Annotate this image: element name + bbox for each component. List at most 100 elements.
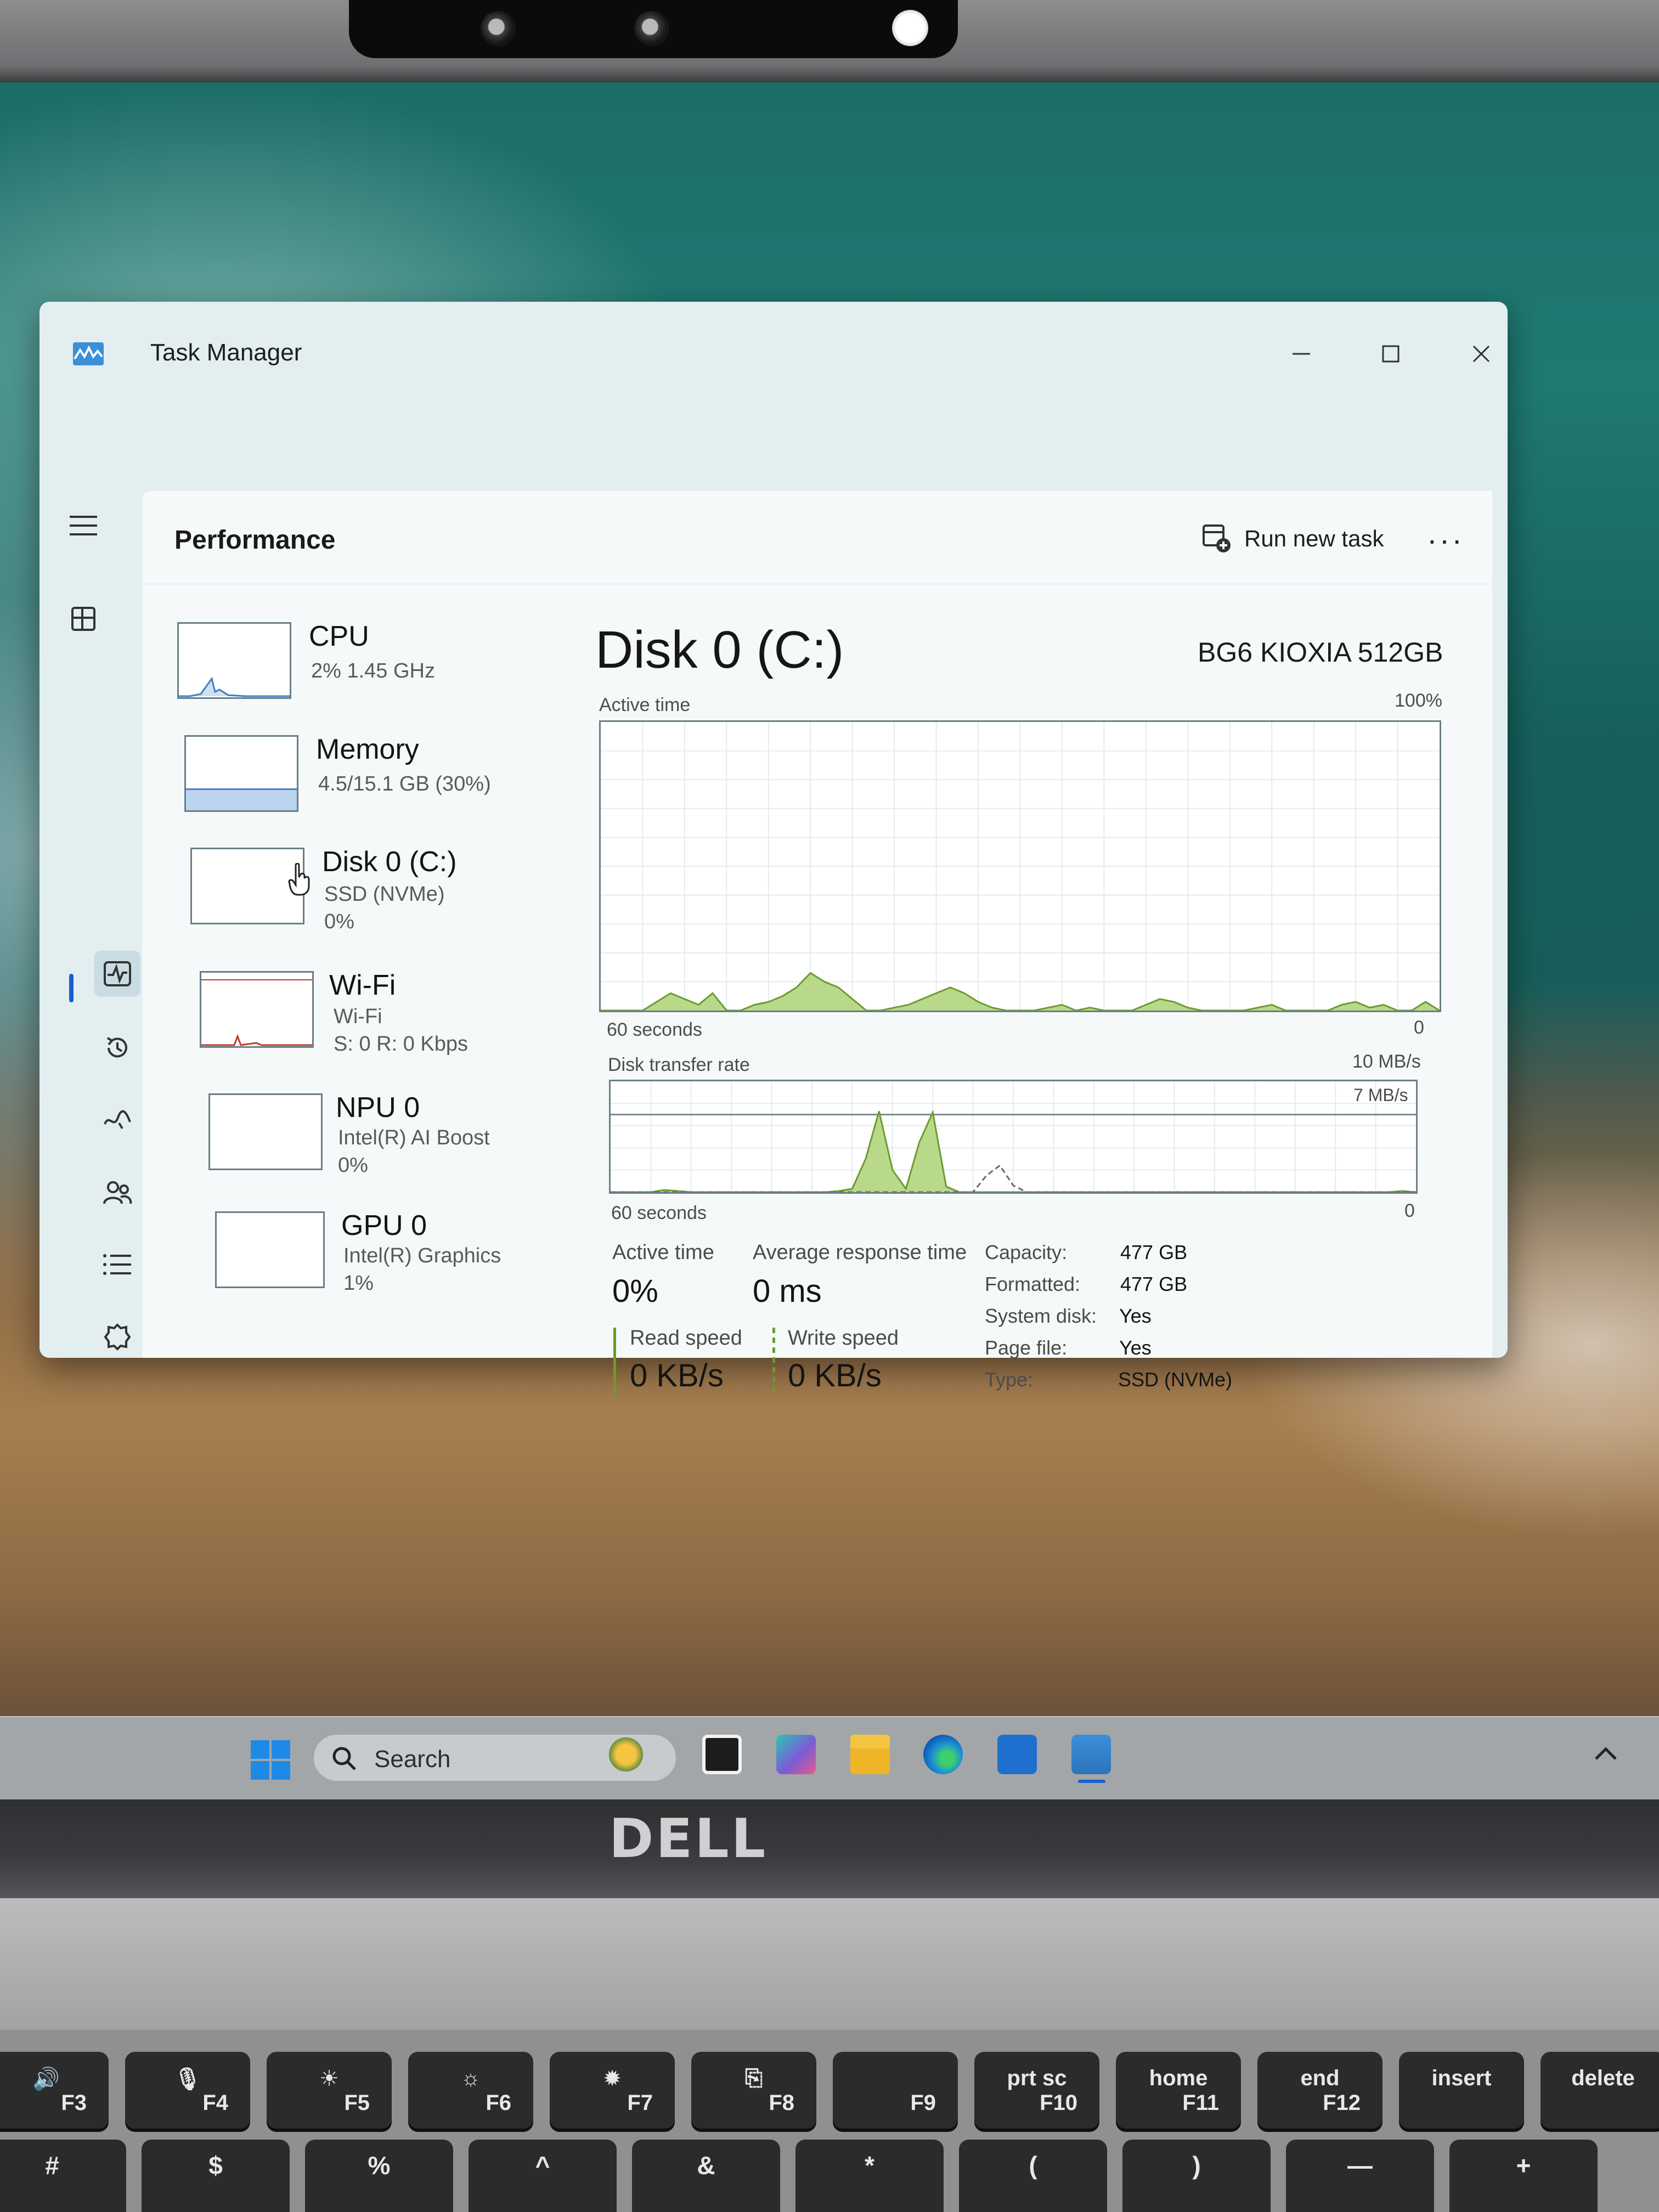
read-speed-label: Read speed (630, 1327, 742, 1350)
keyboard-key[interactable]: ☼ F6 (408, 2052, 533, 2129)
gpu-thumbnail-graph (215, 1211, 325, 1288)
transfer-graph-max: 10 MB/s (1352, 1051, 1421, 1072)
keyboard-key[interactable]: + (1449, 2140, 1598, 2212)
key-sublabel: F7 (627, 2091, 653, 2115)
more-options-button[interactable]: ··· (1424, 522, 1468, 557)
resource-gpu-0[interactable]: GPU 0 Intel(R) Graphics 1% (215, 1210, 610, 1316)
keyboard-key[interactable]: ) (1122, 2140, 1271, 2212)
microsoft-365-icon[interactable] (776, 1735, 816, 1774)
keyboard-key[interactable]: prt sc F10 (974, 2052, 1099, 2129)
run-new-task-button[interactable]: Run new task (1201, 520, 1384, 558)
resource-name: Memory (316, 733, 419, 765)
active-time-graph (599, 720, 1441, 1012)
nav-processes[interactable] (60, 596, 106, 642)
nav-details[interactable] (94, 1242, 140, 1288)
key-label: 🔊 (32, 2067, 60, 2091)
key-label: end (1300, 2066, 1340, 2090)
keyboard-key[interactable]: 🎙 F4 (125, 2052, 250, 2129)
resource-name: GPU 0 (341, 1210, 427, 1242)
resource-name: Disk 0 (C:) (322, 846, 457, 878)
users-icon (103, 1181, 132, 1204)
transfer-graph-label: Disk transfer rate (608, 1054, 750, 1075)
key-label: ⎘ (745, 2066, 763, 2090)
system-disk-value: Yes (1119, 1305, 1152, 1327)
keyboard-key[interactable]: & (632, 2140, 780, 2212)
chevron-up-icon[interactable] (1594, 1745, 1618, 1761)
close-button[interactable] (1457, 335, 1506, 373)
npu-thumbnail-graph (208, 1093, 323, 1170)
maximize-button[interactable] (1366, 335, 1415, 373)
key-label: delete (1571, 2066, 1635, 2090)
microsoft-store-icon[interactable] (997, 1735, 1037, 1774)
key-sublabel: F4 (202, 2091, 228, 2115)
nav-app-history[interactable] (94, 1025, 140, 1071)
active-time-graph-time: 60 seconds (607, 1019, 702, 1040)
file-explorer-icon[interactable] (850, 1735, 890, 1774)
transfer-rate-graph (609, 1080, 1418, 1194)
resource-wifi[interactable]: Wi-Fi Wi-Fi S: 0 R: 0 Kbps (200, 969, 595, 1075)
keyboard-key[interactable]: ☀ F5 (267, 2052, 392, 2129)
cpu-thumbnail-graph (177, 622, 291, 699)
resource-cpu[interactable]: CPU 2% 1.45 GHz (177, 620, 572, 726)
keyboard-key[interactable]: F9 (833, 2052, 958, 2129)
keyboard-key[interactable]: delete (1541, 2052, 1659, 2129)
key-label: ) (1192, 2151, 1201, 2180)
page-file-value: Yes (1119, 1336, 1152, 1359)
keyboard-key[interactable]: 🔊 F3 (0, 2052, 109, 2129)
keyboard-key[interactable]: ^ (469, 2140, 617, 2212)
transfer-graph-time: 60 seconds (611, 1203, 707, 1223)
capacity-label: Capacity: (985, 1241, 1068, 1263)
window-title: Task Manager (150, 339, 302, 366)
resource-memory[interactable]: Memory 4.5/15.1 GB (30%) (184, 733, 579, 839)
key-label: * (865, 2151, 874, 2180)
type-label: Type: (985, 1368, 1034, 1391)
nav-startup-apps[interactable] (94, 1098, 140, 1144)
task-view-icon[interactable] (702, 1735, 742, 1774)
keyboard-key[interactable]: ( (959, 2140, 1107, 2212)
run-new-task-label: Run new task (1244, 526, 1384, 551)
minimize-button[interactable] (1277, 335, 1326, 373)
resource-detail: Intel(R) Graphics (343, 1244, 501, 1267)
resource-name: CPU (309, 620, 369, 652)
keyboard-key[interactable]: end F12 (1257, 2052, 1383, 2129)
keyboard-key[interactable]: * (795, 2140, 944, 2212)
capacity-value: 477 GB (1120, 1241, 1188, 1263)
windows-start-icon[interactable] (250, 1739, 291, 1781)
search-highlight-icon[interactable] (606, 1735, 646, 1774)
transfer-rate-chart (611, 1081, 1417, 1193)
keyboard-key[interactable]: % (305, 2140, 453, 2212)
disk-thumbnail-graph (190, 848, 304, 924)
keyboard-key[interactable]: home F11 (1116, 2052, 1241, 2129)
page-file-label: Page file: (985, 1336, 1068, 1359)
key-label: — (1347, 2151, 1373, 2180)
title-bar[interactable]: Task Manager (40, 302, 1508, 400)
formatted-label: Formatted: (985, 1273, 1081, 1295)
key-label: insert (1431, 2066, 1492, 2090)
services-icon (104, 1323, 131, 1351)
keyboard-key[interactable]: insert (1399, 2052, 1524, 2129)
minimize-icon (1293, 353, 1310, 355)
nav-users[interactable] (94, 1171, 140, 1217)
keyboard-key[interactable]: — (1286, 2140, 1434, 2212)
keyboard-key[interactable]: ⎘ F8 (691, 2052, 816, 2129)
keyboard-key[interactable]: $ (142, 2140, 290, 2212)
hand-cursor-icon (288, 863, 310, 896)
taskbar-search-placeholder: Search (374, 1746, 451, 1773)
active-time-graph-max: 100% (1395, 690, 1442, 711)
key-label: # (45, 2151, 59, 2180)
avg-response-stat-label: Average response time (753, 1241, 967, 1264)
nav-performance[interactable] (94, 951, 140, 997)
resource-disk-0[interactable]: Disk 0 (C:) SSD (NVMe) 0% (190, 846, 585, 952)
startup-apps-icon (104, 1110, 131, 1130)
keyboard-key[interactable]: # (0, 2140, 126, 2212)
write-speed-value: 0 KB/s (788, 1358, 882, 1393)
nav-services[interactable] (94, 1314, 140, 1358)
run-task-icon (1203, 524, 1231, 552)
edge-browser-icon[interactable] (923, 1735, 963, 1774)
hamburger-menu-button[interactable] (60, 503, 106, 549)
keyboard-key[interactable]: ✹ F7 (550, 2052, 675, 2129)
resource-npu-0[interactable]: NPU 0 Intel(R) AI Boost 0% (208, 1092, 603, 1198)
key-label: ✹ (603, 2067, 622, 2091)
task-manager-taskbar-icon[interactable] (1071, 1735, 1111, 1774)
processes-icon (71, 607, 95, 631)
